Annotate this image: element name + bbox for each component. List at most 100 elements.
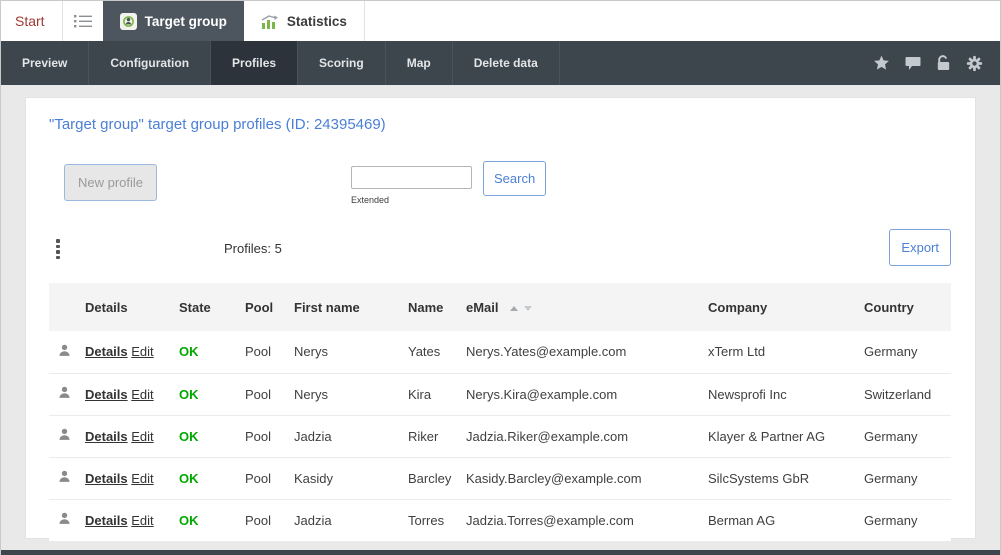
- name-cell: Torres: [408, 499, 466, 542]
- email-cell: Jadzia.Riker@example.com: [466, 415, 708, 458]
- state-cell: OK: [179, 331, 245, 374]
- header-company[interactable]: Company: [708, 283, 864, 331]
- header-first-name[interactable]: First name: [294, 283, 408, 331]
- country-cell: Germany: [864, 457, 951, 500]
- header-email[interactable]: eMail: [466, 283, 708, 331]
- company-cell: Klayer & Partner AG: [708, 415, 864, 458]
- header-name[interactable]: Name: [408, 283, 466, 331]
- email-sort-arrows: [510, 305, 533, 311]
- toolbar-item-delete-data[interactable]: Delete data: [453, 41, 560, 85]
- content-area: "Target group" target group profiles (ID…: [1, 85, 1000, 550]
- details-link[interactable]: Details: [85, 429, 128, 444]
- new-profile-button[interactable]: New profile: [64, 164, 158, 201]
- toolbar-item-scoring[interactable]: Scoring: [298, 41, 386, 85]
- profile-row-icon-cell: [49, 457, 85, 500]
- table-header-row: Details State Pool First name Name eMail: [49, 283, 951, 331]
- first-name-cell: Jadzia: [294, 499, 408, 542]
- table-row: Details Edit OK Pool Kasidy Barcley Kasi…: [49, 457, 951, 500]
- sort-desc-icon[interactable]: [524, 305, 533, 311]
- edit-link[interactable]: Edit: [131, 429, 153, 444]
- profile-row-icon-cell: [49, 499, 85, 542]
- edit-link[interactable]: Edit: [131, 387, 153, 402]
- profiles-card: "Target group" target group profiles (ID…: [25, 97, 976, 542]
- header-pool[interactable]: Pool: [245, 283, 294, 331]
- country-cell: Germany: [864, 499, 951, 542]
- details-link[interactable]: Details: [85, 513, 128, 528]
- table-options-menu-icon[interactable]: [54, 237, 62, 261]
- state-badge: OK: [179, 428, 199, 444]
- profile-row-icon-cell: [49, 331, 85, 374]
- profiles-count: Profiles: 5: [224, 241, 282, 256]
- company-cell: Berman AG: [708, 499, 864, 542]
- profiles-table: Details State Pool First name Name eMail: [49, 283, 951, 542]
- details-cell: Details Edit: [85, 331, 179, 374]
- country-cell: Switzerland: [864, 373, 951, 416]
- email-cell: Nerys.Kira@example.com: [466, 373, 708, 416]
- state-badge: OK: [179, 386, 199, 402]
- table-row: Details Edit OK Pool Jadzia Riker Jadzia…: [49, 415, 951, 458]
- pool-cell: Pool: [245, 373, 294, 416]
- tab-statistics[interactable]: Statistics: [244, 1, 365, 41]
- country-cell: Germany: [864, 331, 951, 374]
- profile-row-icon-cell: [49, 373, 85, 416]
- toolbar-item-preview[interactable]: Preview: [1, 41, 90, 85]
- unlock-icon[interactable]: [936, 55, 951, 71]
- name-cell: Kira: [408, 373, 466, 416]
- table-row: Details Edit OK Pool Nerys Kira Nerys.Ki…: [49, 373, 951, 416]
- email-cell: Kasidy.Barcley@example.com: [466, 457, 708, 500]
- start-label: Start: [15, 13, 45, 29]
- comment-icon[interactable]: [905, 56, 921, 71]
- details-link[interactable]: Details: [85, 344, 128, 359]
- list-icon: [73, 15, 92, 28]
- toolbar-item-configuration[interactable]: Configuration: [89, 41, 212, 85]
- star-icon[interactable]: [873, 55, 890, 71]
- extended-search-link[interactable]: Extended: [351, 195, 389, 205]
- table-row: Details Edit OK Pool Nerys Yates Nerys.Y…: [49, 331, 951, 374]
- toolbar-item-map[interactable]: Map: [386, 41, 453, 85]
- name-cell: Yates: [408, 331, 466, 374]
- state-cell: OK: [179, 373, 245, 416]
- details-link[interactable]: Details: [85, 387, 128, 402]
- details-cell: Details Edit: [85, 373, 179, 416]
- gear-icon[interactable]: [966, 55, 983, 72]
- toolbar-right-icons: [873, 41, 1000, 85]
- export-button[interactable]: Export: [889, 229, 951, 266]
- toolbar-item-profiles[interactable]: Profiles: [211, 41, 299, 85]
- tab-target-group[interactable]: Target group: [102, 1, 244, 41]
- person-icon: [59, 470, 70, 482]
- pool-cell: Pool: [245, 457, 294, 500]
- edit-link[interactable]: Edit: [131, 344, 153, 359]
- table-body: Details Edit OK Pool Nerys Yates Nerys.Y…: [49, 331, 951, 542]
- tab-list-button[interactable]: [63, 1, 103, 41]
- header-country[interactable]: Country: [864, 283, 951, 331]
- person-icon: [59, 344, 70, 356]
- header-details[interactable]: Details: [85, 283, 179, 331]
- details-cell: Details Edit: [85, 415, 179, 458]
- details-cell: Details Edit: [85, 457, 179, 500]
- details-link[interactable]: Details: [85, 471, 128, 486]
- start-menu-item[interactable]: Start: [1, 1, 63, 41]
- window-bottom-bar: [1, 550, 1000, 555]
- pool-cell: Pool: [245, 499, 294, 542]
- details-cell: Details Edit: [85, 499, 179, 542]
- person-icon: [59, 512, 70, 524]
- app-window: Start Target group Statistics Preview Co…: [0, 0, 1001, 555]
- company-cell: Newsprofi Inc: [708, 373, 864, 416]
- state-cell: OK: [179, 457, 245, 500]
- company-cell: SilcSystems GbR: [708, 457, 864, 500]
- edit-link[interactable]: Edit: [131, 471, 153, 486]
- country-cell: Germany: [864, 415, 951, 458]
- target-group-icon: [119, 12, 137, 30]
- header-state[interactable]: State: [179, 283, 245, 331]
- email-cell: Jadzia.Torres@example.com: [466, 499, 708, 542]
- search-input[interactable]: [351, 166, 472, 189]
- search-button[interactable]: Search: [483, 161, 547, 196]
- edit-link[interactable]: Edit: [131, 513, 153, 528]
- sort-asc-icon[interactable]: [510, 305, 519, 311]
- first-name-cell: Jadzia: [294, 415, 408, 458]
- state-badge: OK: [179, 512, 199, 528]
- company-cell: xTerm Ltd: [708, 331, 864, 374]
- tab-statistics-label: Statistics: [286, 13, 347, 29]
- header-icon-column: [49, 283, 85, 331]
- tab-target-group-label: Target group: [144, 13, 227, 29]
